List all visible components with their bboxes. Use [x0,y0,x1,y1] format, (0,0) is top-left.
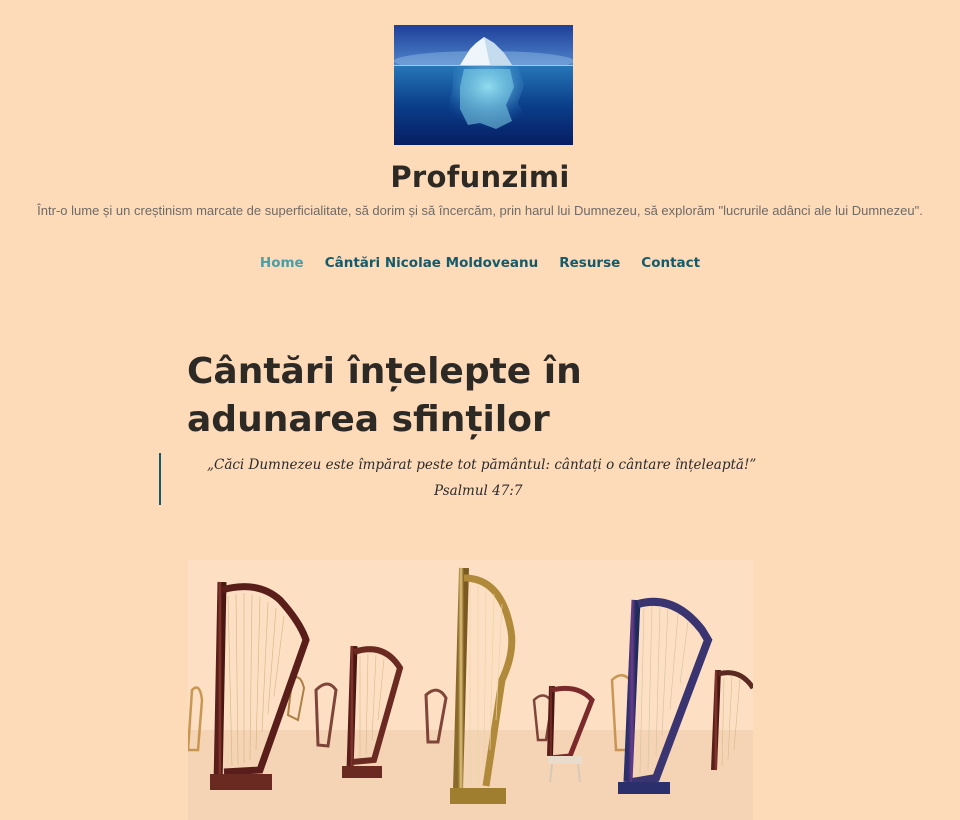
scripture-quote: „Căci Dumnezeu este împărat peste tot pă… [159,453,799,505]
quote-reference: Psalmul 47:7 [434,483,523,499]
post-title-line-2: adunarea sfinților [187,399,550,440]
nav-item-cantari-nicolae-moldoveanu[interactable]: Cântări Nicolae Moldoveanu [325,255,539,271]
post-title[interactable]: Cântări înțelepte în adunarea sfinților [187,348,607,444]
page: Profunzimi Într-o lume și un creștinism … [0,0,960,820]
featured-image-harps [188,560,753,820]
site-logo-iceberg[interactable] [394,25,573,145]
main-navigation: Home Cântări Nicolae Moldoveanu Resurse … [0,255,960,271]
site-title[interactable]: Profunzimi [0,160,960,194]
nav-item-contact[interactable]: Contact [641,255,700,271]
nav-item-home[interactable]: Home [260,255,304,271]
nav-item-resurse[interactable]: Resurse [559,255,620,271]
site-tagline: Într-o lume și un creștinism marcate de … [37,203,923,218]
quote-text: „Căci Dumnezeu este împărat peste tot pă… [207,457,757,473]
post-title-line-1: Cântări înțelepte în [187,351,582,392]
